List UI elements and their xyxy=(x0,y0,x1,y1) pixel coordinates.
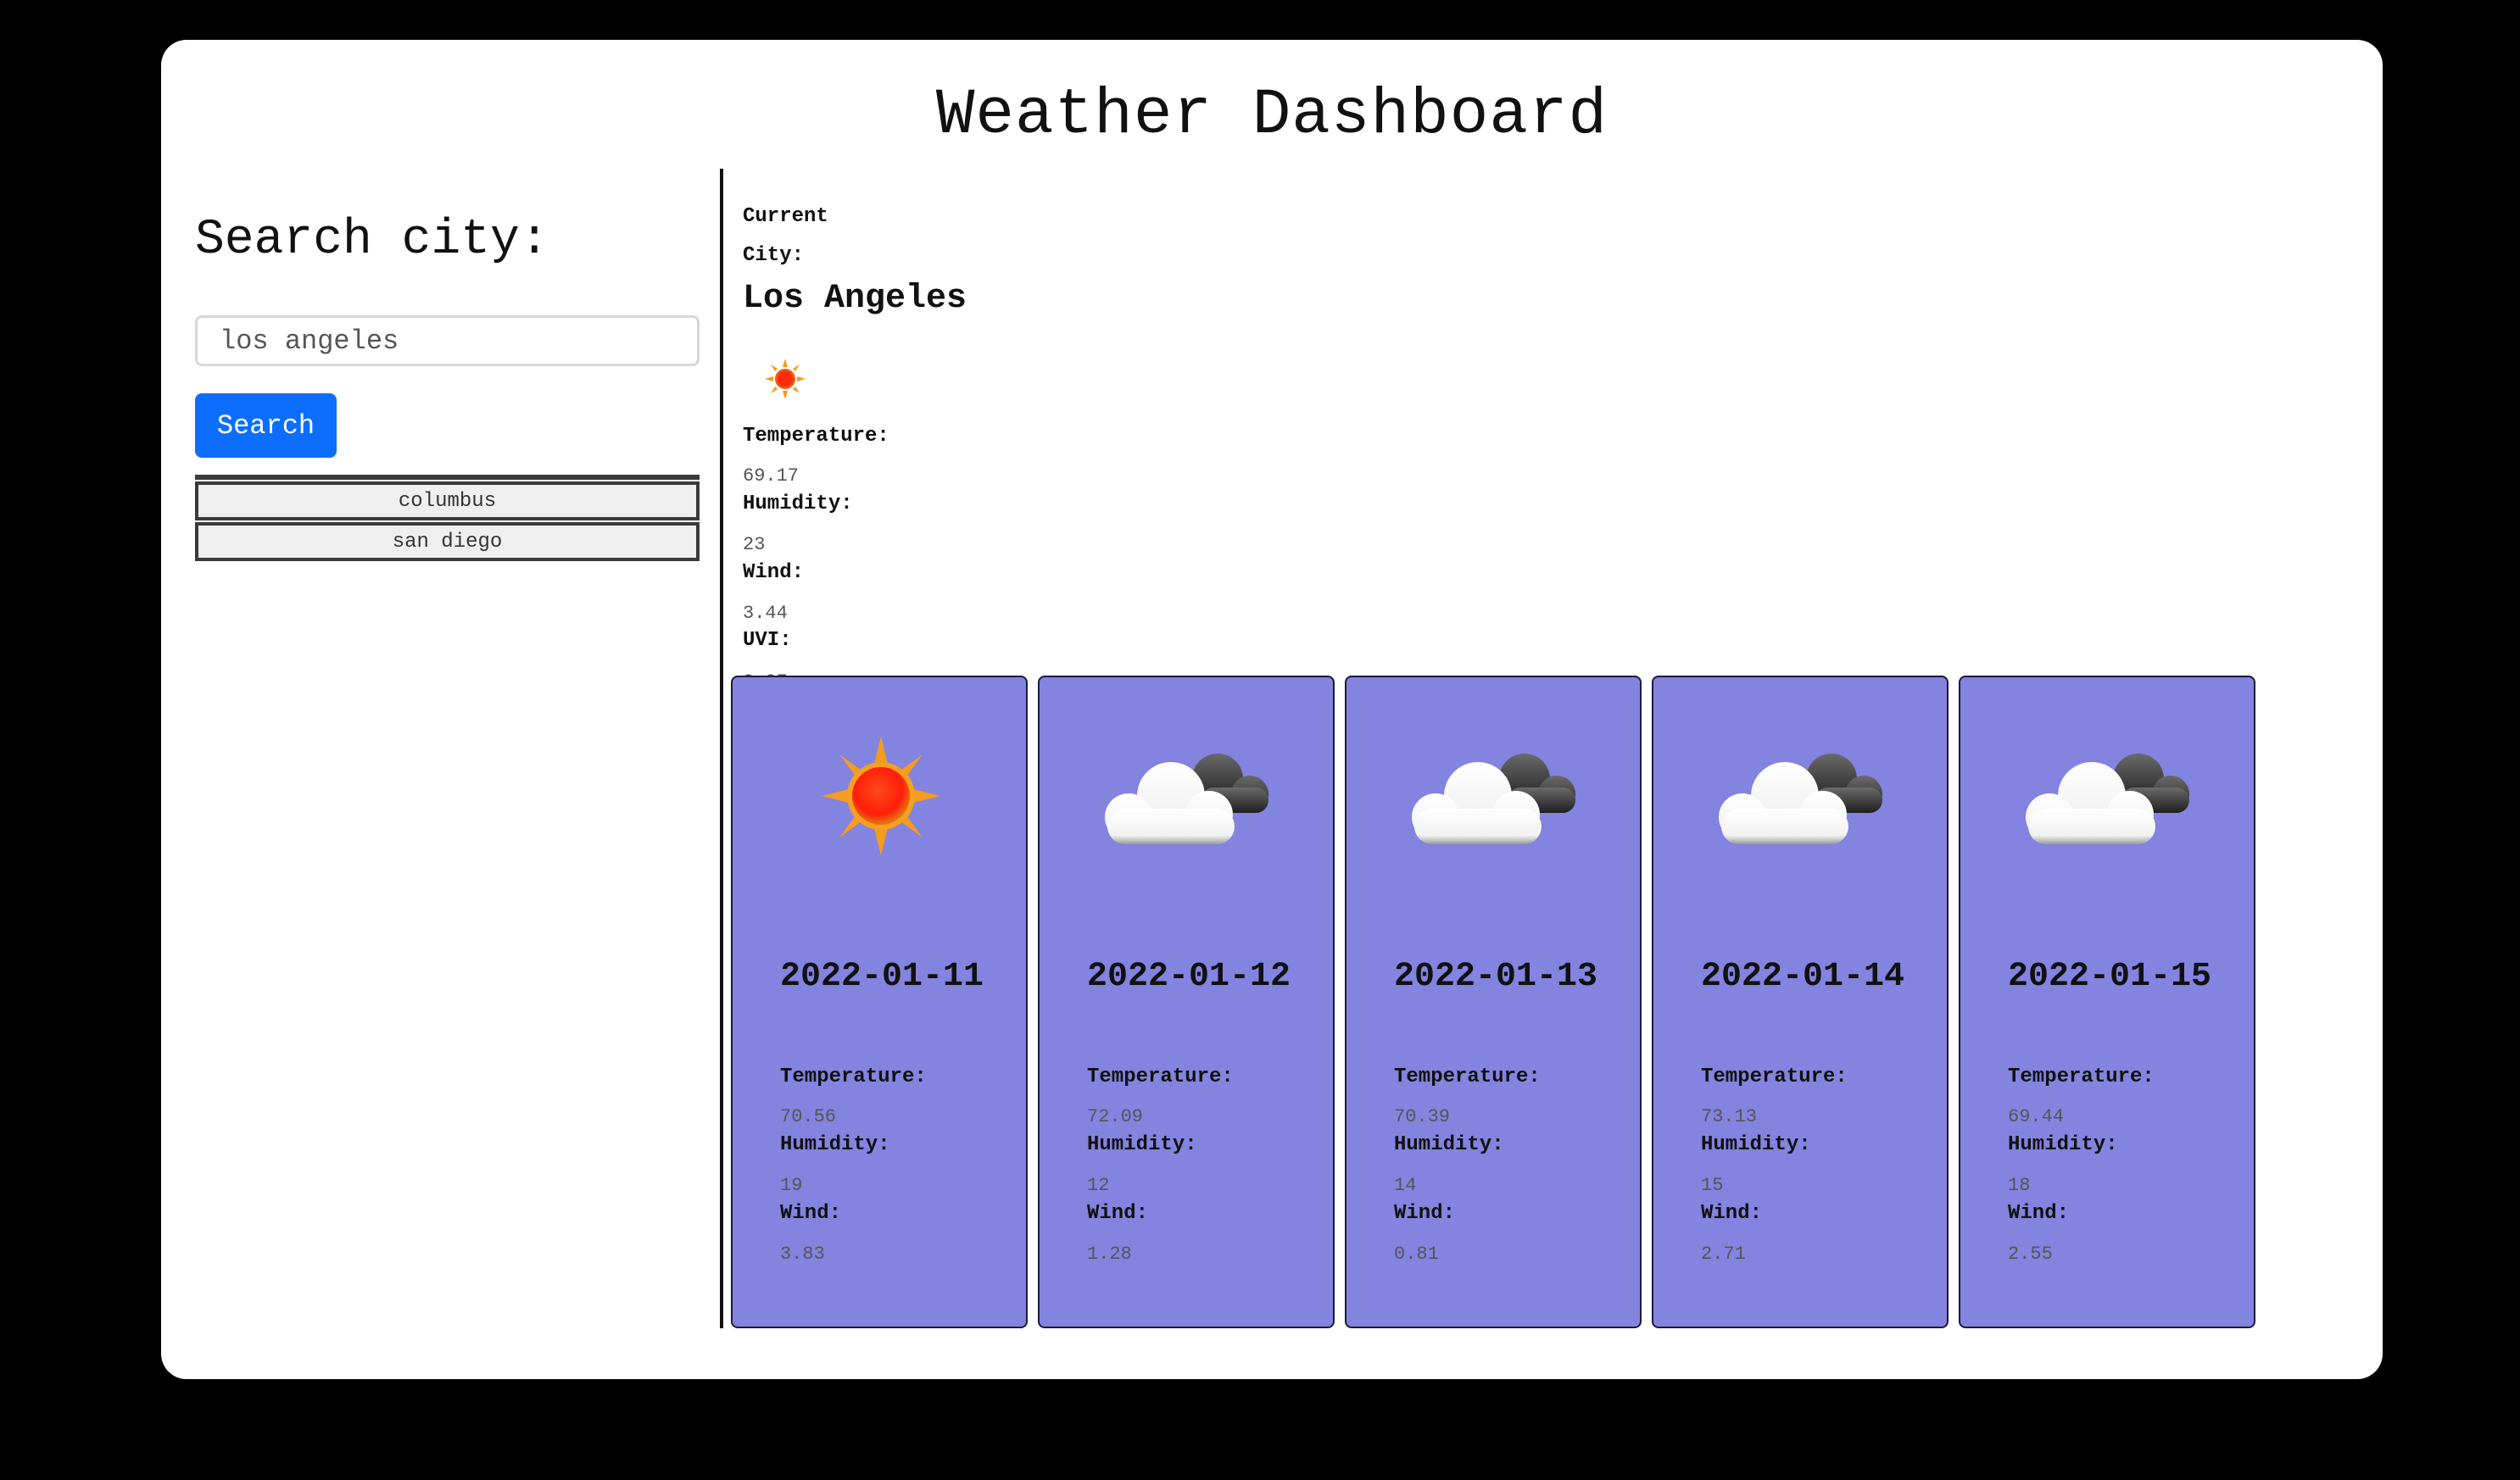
humidity-value: 14 xyxy=(1394,1175,1417,1196)
temperature-value: 70.56 xyxy=(780,1106,837,1127)
forecast-card: 2022-01-15 Temperature: 69.44 Humidity: … xyxy=(1959,676,2255,1328)
sidebar: Search city: Search columbus san diego xyxy=(195,169,700,561)
temperature-label: Temperature: xyxy=(743,425,889,448)
history-item-columbus[interactable]: columbus xyxy=(195,481,700,520)
humidity-value: 23 xyxy=(743,534,766,555)
temperature-label: Temperature: xyxy=(780,1065,927,1088)
temperature-value: 72.09 xyxy=(1087,1106,1144,1127)
wind-value: 1.28 xyxy=(1087,1244,1132,1265)
sun-icon xyxy=(765,359,806,399)
clouds-icon xyxy=(2026,754,2189,844)
forecast-date: 2022-01-13 xyxy=(1394,958,1598,996)
wind-label: Wind: xyxy=(1394,1202,1456,1225)
search-button[interactable]: Search xyxy=(195,393,337,458)
forecast-card: 2022-01-12 Temperature: 72.09 Humidity: … xyxy=(1038,676,1335,1328)
humidity-value: 19 xyxy=(780,1175,803,1196)
sun-icon xyxy=(822,737,940,855)
humidity-label: Humidity: xyxy=(743,492,853,515)
humidity-value: 15 xyxy=(1701,1175,1724,1196)
forecast-date: 2022-01-12 xyxy=(1087,958,1291,996)
wind-value: 3.44 xyxy=(743,603,788,624)
clouds-icon xyxy=(1105,754,1268,844)
forecast-date: 2022-01-11 xyxy=(780,958,984,996)
wind-value: 2.55 xyxy=(2008,1244,2053,1265)
humidity-label: Humidity: xyxy=(1087,1133,1197,1156)
clouds-icon xyxy=(1719,754,1882,844)
page-title: Weather Dashboard xyxy=(935,79,1608,152)
section-divider xyxy=(720,169,723,1328)
wind-label: Wind: xyxy=(1087,1202,1149,1225)
humidity-value: 12 xyxy=(1087,1175,1110,1196)
temperature-value: 69.44 xyxy=(2008,1106,2065,1127)
forecast-date: 2022-01-15 xyxy=(2008,958,2212,996)
clouds-icon xyxy=(1412,754,1575,844)
wind-label: Wind: xyxy=(780,1202,842,1225)
humidity-label: Humidity: xyxy=(1394,1133,1504,1156)
wind-value: 0.81 xyxy=(1394,1244,1439,1265)
temperature-value: 73.13 xyxy=(1701,1106,1758,1127)
forecast-row: 2022-01-11 Temperature: 70.56 Humidity: … xyxy=(731,676,2266,1328)
temperature-value: 70.39 xyxy=(1394,1106,1451,1127)
current-label: Current xyxy=(743,205,828,228)
forecast-card: 2022-01-11 Temperature: 70.56 Humidity: … xyxy=(731,676,1028,1328)
humidity-label: Humidity: xyxy=(2008,1133,2118,1156)
wind-label: Wind: xyxy=(1701,1202,1763,1225)
history-item-san-diego[interactable]: san diego xyxy=(195,522,700,561)
temperature-label: Temperature: xyxy=(1701,1065,1848,1088)
uvi-label: UVI: xyxy=(743,629,792,652)
forecast-card: 2022-01-13 Temperature: 70.39 Humidity: … xyxy=(1345,676,1642,1328)
city-label: City: xyxy=(743,244,805,267)
dashboard-panel: Weather Dashboard Search city: Search co… xyxy=(161,40,2383,1379)
temperature-label: Temperature: xyxy=(1394,1065,1541,1088)
humidity-value: 18 xyxy=(2008,1175,2031,1196)
forecast-date: 2022-01-14 xyxy=(1701,958,1905,996)
search-input[interactable] xyxy=(195,315,700,366)
wind-value: 2.71 xyxy=(1701,1244,1746,1265)
wind-label: Wind: xyxy=(743,561,805,584)
forecast-card: 2022-01-14 Temperature: 73.13 Humidity: … xyxy=(1652,676,1949,1328)
temperature-label: Temperature: xyxy=(1087,1065,1234,1088)
humidity-label: Humidity: xyxy=(780,1133,890,1156)
search-heading: Search city: xyxy=(195,213,549,268)
temperature-value: 69.17 xyxy=(743,465,800,487)
temperature-label: Temperature: xyxy=(2008,1065,2155,1088)
city-name: Los Angeles xyxy=(743,280,967,318)
wind-label: Wind: xyxy=(2008,1202,2070,1225)
wind-value: 3.83 xyxy=(780,1244,825,1265)
search-history: columbus san diego xyxy=(195,475,700,563)
humidity-label: Humidity: xyxy=(1701,1133,1811,1156)
